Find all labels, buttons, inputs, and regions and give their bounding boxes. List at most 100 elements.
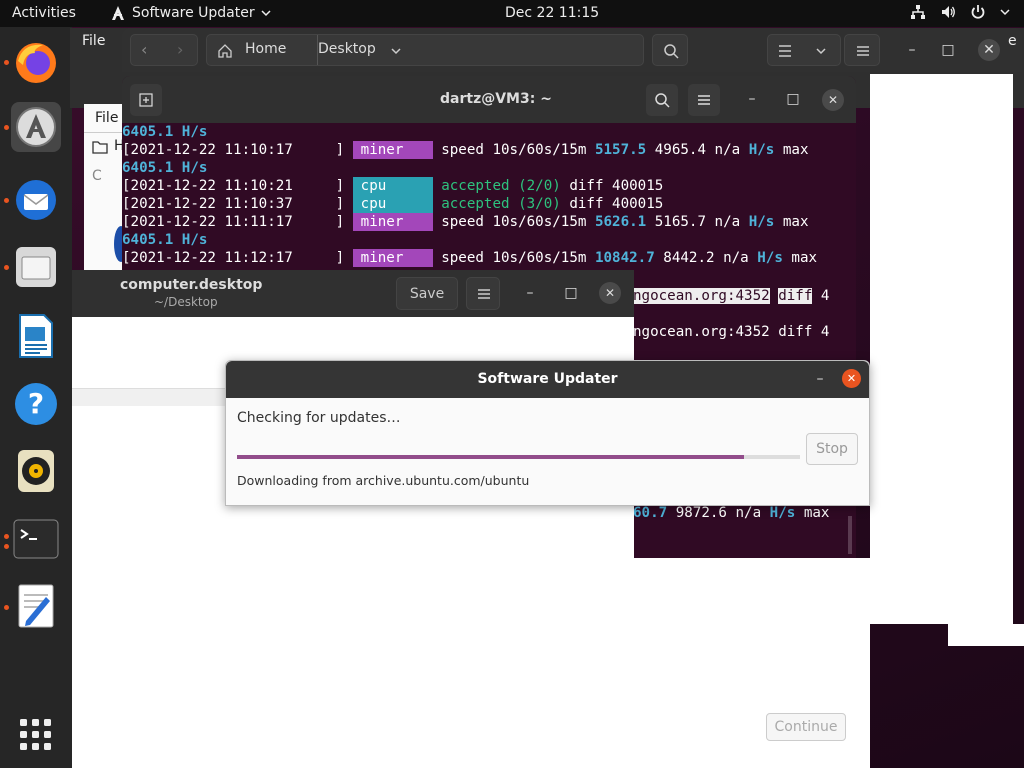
terminal-text: ] [335,142,353,158]
running-indicator [4,534,9,539]
dock-terminal[interactable] [11,514,61,564]
terminal-text: 6405.1 H/s [122,232,208,248]
list-view-icon[interactable] [778,44,792,58]
close-button[interactable]: ✕ [599,282,621,304]
terminal-text: 6405.1 H/s [122,124,208,140]
selected-text: ngocean.org:4352 [633,288,770,304]
close-button[interactable]: ✕ [822,89,844,111]
terminal-text: speed 10s/60s/15m [441,214,595,230]
save-button[interactable]: Save [396,277,458,310]
minimize-button[interactable]: – [742,89,762,109]
help-icon: ? [15,383,57,425]
terminal-text: max [774,142,809,158]
close-button[interactable]: ✕ [978,39,1000,61]
back-icon[interactable]: ‹ [141,40,147,59]
maximize-button[interactable]: □ [783,89,803,109]
activities-button[interactable]: Activities [12,5,76,21]
dock-software-updater[interactable] [11,102,61,152]
terminal-line: 6405.1 H/s [122,159,856,177]
sidebar-item-label[interactable]: C [92,168,102,184]
files-menu-file[interactable]: File [82,33,105,49]
maximize-button[interactable]: □ [938,40,958,60]
log-tag: miner [352,141,433,159]
minimize-button[interactable]: – [902,40,922,60]
search-button[interactable] [646,84,678,116]
terminal-value: 60.7 [633,505,668,521]
maximize-button[interactable]: □ [561,283,581,303]
scrollbar[interactable] [848,516,852,554]
menu-button[interactable] [688,84,720,116]
terminal-timestamp: [2021-12-22 11:10:37 [122,196,293,212]
terminal-line: [2021-12-22 11:12:17 ] miner speed 10s/6… [122,249,856,267]
app-menu-label: Software Updater [132,5,255,21]
search-icon [655,93,670,108]
text-editor-headerbar: computer.desktop ~/Desktop Save – □ ✕ [72,270,634,317]
menu-button[interactable] [466,277,500,310]
nav-buttons: ‹ › [130,34,198,66]
stop-button[interactable]: Stop [806,433,858,465]
thunderbird-icon [16,180,56,220]
new-tab-button[interactable] [130,84,162,116]
search-button[interactable] [652,34,688,66]
terminal-timestamp: [2021-12-22 11:10:17 [122,142,293,158]
files-menu-file-2[interactable]: File [95,110,118,126]
terminal-value: 10842.7 [594,250,655,266]
dock-files[interactable] [11,242,61,292]
terminal-text: diff 400015 [560,178,664,194]
dock-rhythmbox[interactable] [11,446,61,496]
terminal-headerbar: dartz@VM3: ~ – □ ✕ [122,76,856,123]
show-applications-button[interactable] [11,710,61,760]
continue-button[interactable]: Continue [766,713,846,741]
home-icon [218,44,232,58]
forward-icon[interactable]: › [177,40,183,59]
progress-bar [237,455,800,459]
terminal-value: 5626.1 [594,214,647,230]
chevron-down-icon[interactable] [816,46,826,56]
dialog-title: Software Updater [477,371,618,387]
terminal-text: max [774,214,809,230]
dock: ? [0,27,72,768]
dock-help[interactable]: ? [11,379,61,429]
path-bar: Home Desktop [206,34,644,66]
dock-thunderbird[interactable] [11,175,61,225]
dock-firefox[interactable] [11,37,61,87]
minimize-button[interactable]: – [810,369,830,389]
terminal-fragment: ngocean.org:4352 diff 4 [633,287,856,305]
running-indicator [4,125,9,130]
clock[interactable]: Dec 22 11:15 [505,5,599,21]
menu-button[interactable] [844,34,880,66]
clipped-text: e [1008,33,1017,49]
path-desktop[interactable]: Desktop [318,41,376,57]
terminal-unit: H/s [748,214,775,230]
chevron-down-icon [1000,9,1010,16]
terminal-output[interactable]: 6405.1 H/s [2021-12-22 11:10:17 ] miner s… [122,123,856,267]
terminal-line: [2021-12-22 11:10:17 ] miner speed 10s/6… [122,141,856,159]
terminal-line: 6405.1 H/s [122,123,856,141]
network-icon [911,5,925,19]
files-headerbar: ‹ › Home Desktop – □ ✕ [122,28,1022,72]
folder-icon [92,141,108,154]
text-editor-icon [18,584,54,628]
software-updater-dialog: Software Updater – ✕ Checking for update… [225,360,870,506]
app-menu[interactable]: Software Updater [110,5,271,21]
minimize-button[interactable]: – [520,283,540,303]
close-button[interactable]: ✕ [842,369,861,388]
system-tray[interactable] [910,4,1010,20]
text-editor-window: computer.desktop ~/Desktop Save – □ ✕ [72,270,634,768]
terminal-fragment: 60.7 9872.6 n/a H/s max [633,504,856,522]
dock-text-editor[interactable] [11,581,61,631]
dock-libreoffice-writer[interactable] [11,311,61,361]
hamburger-icon [478,289,490,299]
path-home[interactable]: Home [245,41,286,57]
terminal-text: ] [335,178,353,194]
terminal-title: dartz@VM3: ~ [440,91,552,107]
running-indicator [4,605,9,610]
view-buttons [767,34,841,66]
chevron-down-icon[interactable] [391,46,401,56]
rhythmbox-icon [18,450,54,492]
log-tag: cpu [352,177,433,195]
terminal-line: [2021-12-22 11:10:21 ] cpu accepted (2/0… [122,177,856,195]
